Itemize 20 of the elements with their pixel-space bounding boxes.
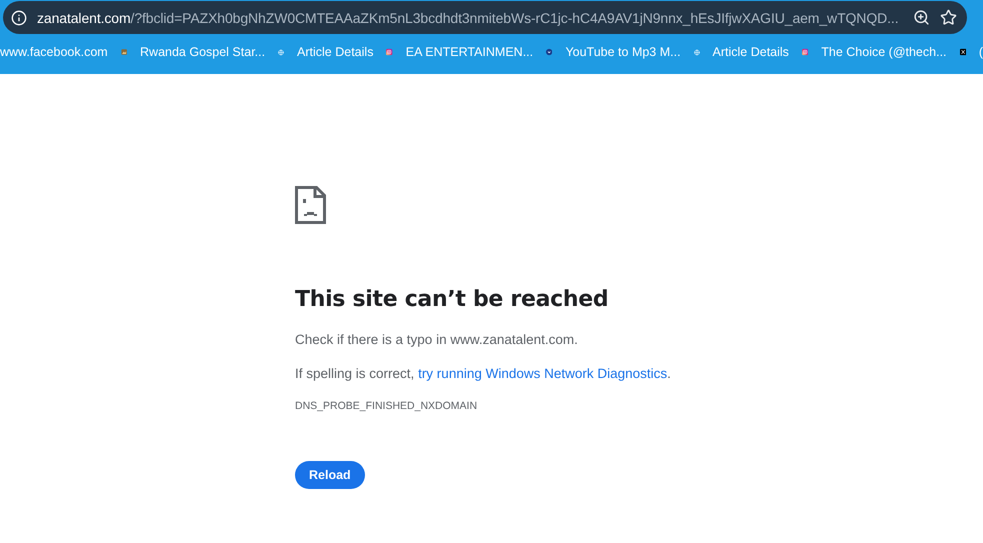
error-heading: This site can’t be reached	[295, 287, 610, 312]
zoom-icon[interactable]	[913, 9, 930, 26]
bookmark-link[interactable]: Article Details	[712, 45, 789, 59]
sad-page-icon	[295, 186, 326, 224]
address-bar[interactable]: zanatalent.com/?fbclid=PAZXh0bgNhZW0CMTEAAaZKm5nL3bcdhdt3nmitebWs-rC1jc-hC4A9AV1jN9nnx_hEsJIfjwXAGIU_aem_wTQNQD...	[3, 1, 967, 34]
bookmark-star-icon[interactable]	[940, 9, 957, 26]
diagnostics-hint: If spelling is correct, try running Windows Network Diagnostics.	[295, 366, 672, 381]
bookmark-link[interactable]: YouTube to Mp3 M...	[565, 45, 681, 59]
bookmark-link[interactable]: (	[978, 45, 983, 59]
diagnostics-link[interactable]: try running Windows Network Diagnostics	[418, 366, 668, 381]
bookmark-link[interactable]: www.facebook.com	[0, 45, 108, 59]
error-code: DNS_PROBE_FINISHED_NXDOMAIN	[295, 400, 478, 412]
bookmark-link[interactable]: Rwanda Gospel Star...	[140, 45, 266, 59]
bookmark-link[interactable]: Article Details	[297, 45, 374, 59]
reload-button[interactable]: Reload	[295, 461, 365, 489]
typo-hint: Check if there is a typo in www.zanatalent.com.	[295, 332, 579, 347]
info-icon[interactable]	[11, 10, 27, 26]
bookmark-link[interactable]: The Choice (@thech...	[821, 45, 947, 59]
bookmark-link[interactable]: EA ENTERTAINMEN...	[406, 45, 534, 59]
url-text: zanatalent.com/?fbclid=PAZXh0bgNhZW0CMTEAAaZKm5nL3bcdhdt3nmitebWs-rC1jc-hC4A9AV1jN9nnx_hEsJIfjwXAGIU_aem_wTQNQD...	[37, 10, 900, 26]
